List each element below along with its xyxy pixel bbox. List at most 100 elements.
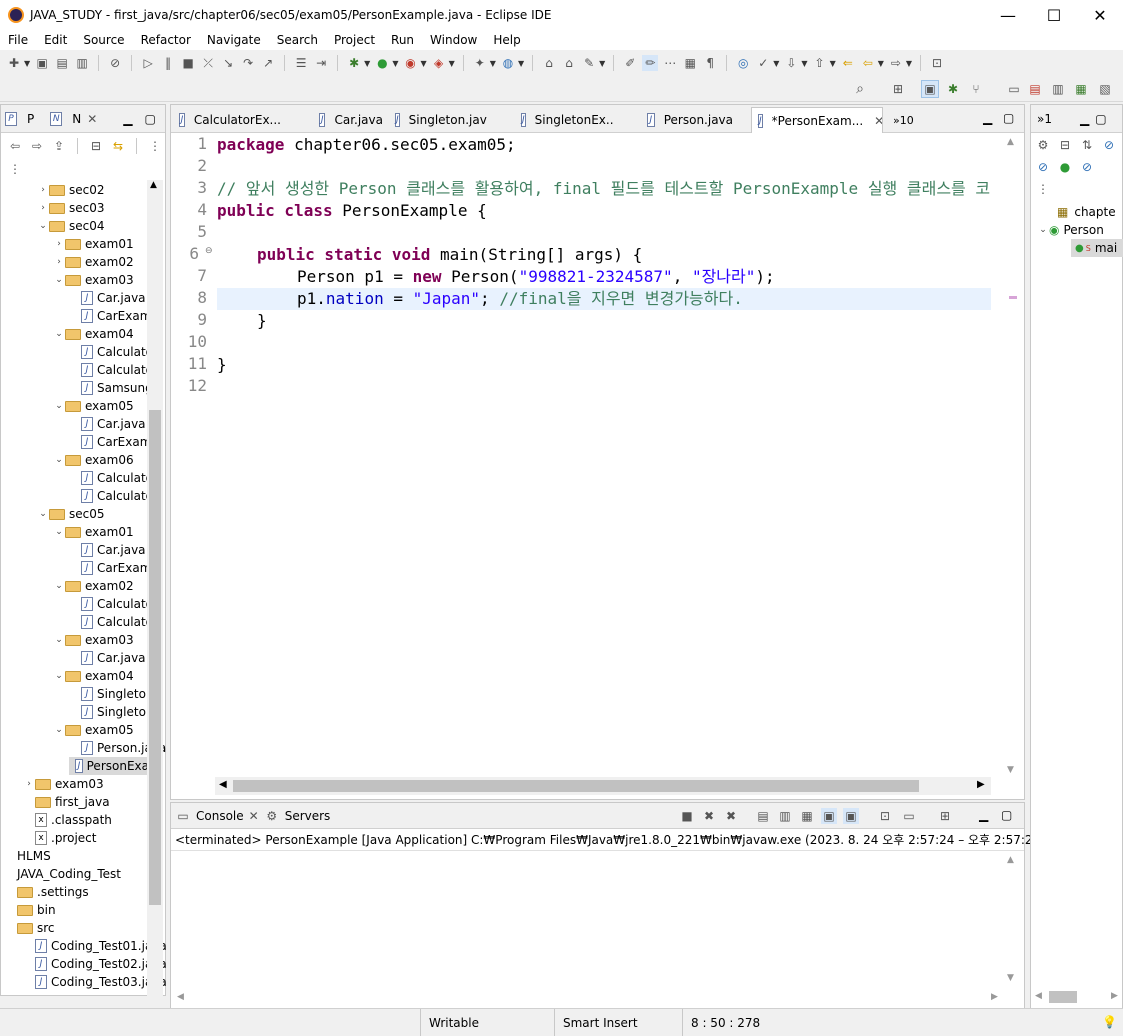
tab-calculator-example[interactable]: J CalculatorEx... (173, 107, 281, 133)
overview-down-icon[interactable]: ▼ (1007, 765, 1014, 775)
resume-icon[interactable]: ▷ (140, 55, 156, 71)
step-into-icon[interactable]: ↘ (220, 55, 236, 71)
git-perspective-icon[interactable]: ⑂ (968, 81, 984, 97)
tree-scroll-thumb[interactable] (149, 410, 161, 905)
view-icon-1[interactable]: ▤ (1027, 81, 1043, 97)
menu-help[interactable]: Help (485, 33, 528, 47)
tree-folder[interactable]: first_java (23, 793, 110, 811)
close-console-icon[interactable]: ✕ (249, 809, 259, 823)
scroll-left-icon[interactable]: ◀ (219, 779, 227, 790)
hide-nonpublic-icon[interactable]: ● (1057, 159, 1073, 175)
scroll-right-icon[interactable]: ▶ (977, 779, 985, 790)
tab-overflow[interactable]: »10 (887, 107, 917, 133)
expanded-chevron-icon[interactable]: ⌄ (37, 509, 49, 519)
maximize-button[interactable]: ☐ (1031, 0, 1077, 30)
run-icon[interactable]: ● (374, 55, 390, 71)
console-scroll-up-icon[interactable]: ▲ (1007, 855, 1014, 865)
outline-overflow-tab[interactable]: »1 (1037, 112, 1052, 126)
maximize-outline-icon[interactable]: ▢ (1095, 112, 1106, 126)
editor-hscrollbar[interactable]: ◀ ▶ (215, 777, 991, 795)
scroll-up-icon[interactable]: ▲ (150, 180, 157, 190)
new-java-project-icon[interactable]: ✦ (472, 55, 488, 71)
toggle-mark-occurrences-icon[interactable]: ✐ (622, 55, 638, 71)
tree-folder[interactable]: ⌄ exam02 (53, 577, 133, 595)
tree-folder[interactable]: ⌄ exam06 (53, 451, 133, 469)
expanded-chevron-icon[interactable]: ⌄ (53, 527, 65, 537)
close-view-icon[interactable]: ✕ (87, 112, 97, 126)
show-whitespace-icon[interactable]: ¶ (702, 55, 718, 71)
tree-folder[interactable]: ⌄ sec05 (37, 505, 104, 523)
close-window-button[interactable]: ✕ (1077, 0, 1123, 30)
pin-editor-icon[interactable]: ⊡ (929, 55, 945, 71)
minimize-outline-icon[interactable]: ▁ (1080, 112, 1089, 126)
tree-folder[interactable]: › sec02 (37, 181, 104, 199)
back-nav-icon[interactable]: ⇦ (7, 138, 23, 154)
tree-folder[interactable]: › exam03 (23, 775, 103, 793)
tree-file[interactable]: J Coding_Test02.java (23, 955, 167, 973)
print-icon[interactable]: ▥ (74, 55, 90, 71)
link-with-editor-icon[interactable]: ⇆ (110, 138, 126, 154)
previous-annotation-icon[interactable]: ⇧ (812, 55, 828, 71)
tab-singleton-java[interactable]: J Singleton.java (389, 107, 487, 133)
view-icon-4[interactable]: ▧ (1097, 81, 1113, 97)
tab-car-java[interactable]: J Car.java (313, 107, 383, 133)
tree-file[interactable]: J Calculator (69, 469, 158, 487)
minimize-button[interactable]: — (985, 0, 1031, 30)
menu-search[interactable]: Search (269, 33, 326, 47)
tab-person-example-active[interactable]: J*PersonExam...✕ (751, 107, 883, 133)
block-selection-icon[interactable]: ▦ (682, 55, 698, 71)
tree-file[interactable]: J Calculator (69, 595, 158, 613)
expanded-chevron-icon[interactable]: ⌄ (53, 329, 65, 339)
forward-icon[interactable]: ⇨ (888, 55, 904, 71)
outline-scroll-thumb[interactable] (1049, 991, 1077, 1003)
tab-navigator[interactable]: N (72, 112, 81, 126)
last-edit-icon[interactable]: ⇐ (840, 55, 856, 71)
tree-folder[interactable]: ⌄ exam04 (53, 325, 133, 343)
tree-file[interactable]: J Calculator (69, 487, 158, 505)
console-scroll-right-icon[interactable]: ▶ (991, 992, 998, 1002)
collapse-outline-icon[interactable]: ⊟ (1057, 137, 1073, 153)
tree-folder[interactable]: ⌄ exam03 (53, 631, 133, 649)
restore-icon[interactable]: ▭ (1006, 81, 1022, 97)
minimize-editor-icon[interactable]: ▁ (983, 111, 992, 125)
forward-nav-icon[interactable]: ⇨ (29, 138, 45, 154)
tree-file[interactable]: J Calculator (69, 343, 158, 361)
tree-file[interactable]: J CarExamp (69, 559, 159, 577)
tree-file[interactable]: x .project (23, 829, 96, 847)
tree-file[interactable]: J Car.java (69, 541, 146, 559)
tree-folder[interactable]: ⌄ exam05 (53, 397, 133, 415)
clear-console-icon[interactable]: ▤ (755, 808, 771, 824)
maximize-view-icon[interactable]: ▢ (145, 112, 156, 126)
java-perspective-icon[interactable]: ▣ (921, 80, 939, 98)
menu-window[interactable]: Window (422, 33, 485, 47)
collapsed-chevron-icon[interactable]: › (53, 239, 65, 249)
tab-package-explorer[interactable]: P (27, 112, 34, 126)
tree-file[interactable]: x .classpath (23, 811, 112, 829)
show-console-on-output-icon[interactable]: ▣ (821, 808, 837, 824)
use-step-filters-icon[interactable]: ⇥ (313, 55, 329, 71)
minimize-view-icon[interactable]: ▁ (123, 112, 132, 126)
collapsed-chevron-icon[interactable]: › (37, 185, 49, 195)
menu-navigate[interactable]: Navigate (199, 33, 269, 47)
suspend-icon[interactable]: ‖ (160, 55, 176, 71)
overview-marker[interactable] (1009, 296, 1017, 299)
maximize-console-icon[interactable]: ▢ (1001, 808, 1012, 822)
tree-folder[interactable]: › exam02 (53, 253, 133, 271)
tree-folder[interactable]: ⌄ exam03 (53, 271, 133, 289)
expanded-chevron-icon[interactable]: ⌄ (53, 725, 65, 735)
expanded-chevron-icon[interactable]: ⌄ (53, 635, 65, 645)
tree-file[interactable]: J Calculator (69, 361, 158, 379)
tree-file[interactable]: J PersonExa (69, 757, 149, 775)
save-icon[interactable]: ▣ (34, 55, 50, 71)
outline-scroll-right-icon[interactable]: ▶ (1111, 991, 1118, 1001)
tree-folder[interactable]: .settings (5, 883, 89, 901)
external-tools-icon[interactable]: ◈ (431, 55, 447, 71)
overview-up-icon[interactable]: ▲ (1007, 137, 1014, 147)
sync-icon[interactable]: ⚙ (1035, 137, 1051, 153)
tab-servers[interactable]: Servers (285, 809, 331, 823)
open-console-icon[interactable]: ⊞ (937, 808, 953, 824)
step-return-icon[interactable]: ↗ (260, 55, 276, 71)
menu-refactor[interactable]: Refactor (133, 33, 199, 47)
menu-edit[interactable]: Edit (36, 33, 75, 47)
tree-file[interactable]: J Calculator (69, 613, 158, 631)
